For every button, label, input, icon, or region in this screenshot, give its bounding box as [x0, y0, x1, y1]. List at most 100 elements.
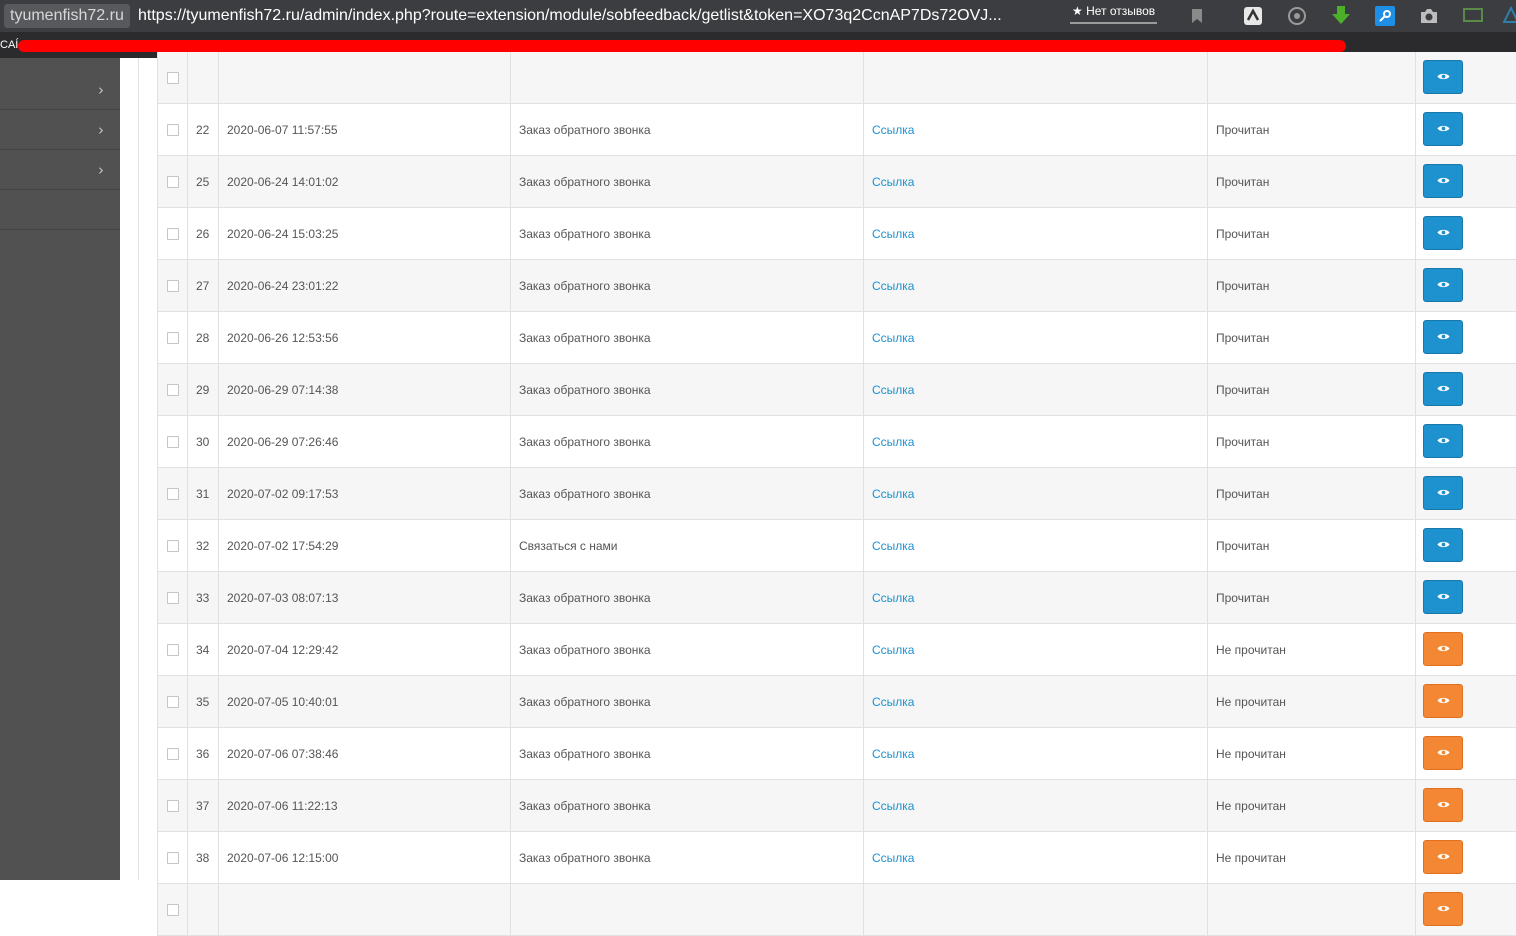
view-button[interactable] [1423, 528, 1463, 562]
download-icon[interactable] [1330, 5, 1352, 27]
view-button[interactable] [1423, 736, 1463, 770]
camera-icon[interactable] [1418, 5, 1440, 27]
row-link[interactable]: Ссылка [863, 780, 1207, 832]
row-checkbox[interactable] [167, 176, 179, 188]
history-icon[interactable] [1286, 5, 1308, 27]
bookmark-icon[interactable] [1186, 5, 1208, 27]
row-actions [1415, 312, 1516, 364]
row-date: 2020-07-02 17:54:29 [218, 520, 510, 572]
address-url[interactable]: https://tyumenfish72.ru/admin/index.php?… [138, 4, 1002, 28]
row-type: Заказ обратного звонка [510, 728, 863, 780]
main-content: 22 2020-06-07 11:57:55 Заказ обратного зво… [120, 52, 1516, 936]
row-link[interactable]: Ссылка [863, 624, 1207, 676]
view-button[interactable] [1423, 112, 1463, 146]
row-date [218, 884, 510, 936]
row-select-cell [157, 364, 187, 416]
row-checkbox[interactable] [167, 384, 179, 396]
row-checkbox[interactable] [167, 72, 179, 84]
eye-icon [1437, 52, 1450, 103]
view-button[interactable] [1423, 684, 1463, 718]
eye-icon [1437, 832, 1450, 883]
row-checkbox[interactable] [167, 488, 179, 500]
row-link[interactable]: Ссылка [863, 416, 1207, 468]
row-link[interactable]: Ссылка [863, 832, 1207, 884]
row-id: 25 [187, 156, 218, 208]
row-select-cell [157, 520, 187, 572]
row-checkbox[interactable] [167, 800, 179, 812]
row-checkbox[interactable] [167, 644, 179, 656]
eye-icon [1437, 208, 1450, 259]
row-link[interactable]: Ссылка [863, 676, 1207, 728]
row-checkbox[interactable] [167, 592, 179, 604]
row-link[interactable]: Ссылка [863, 728, 1207, 780]
view-button[interactable] [1423, 892, 1463, 926]
view-button[interactable] [1423, 372, 1463, 406]
row-checkbox[interactable] [167, 904, 179, 916]
row-checkbox[interactable] [167, 852, 179, 864]
key-icon[interactable] [1374, 5, 1396, 27]
row-date: 2020-06-26 12:53:56 [218, 312, 510, 364]
sidebar-item[interactable] [0, 190, 120, 230]
shape-icon[interactable] [1500, 5, 1516, 27]
view-button[interactable] [1423, 268, 1463, 302]
row-link[interactable] [863, 884, 1207, 936]
table-row: 28 2020-06-26 12:53:56 Заказ обратного зво… [157, 312, 1516, 364]
row-link[interactable]: Ссылка [863, 572, 1207, 624]
row-checkbox[interactable] [167, 332, 179, 344]
row-link[interactable]: Ссылка [863, 208, 1207, 260]
view-button[interactable] [1423, 476, 1463, 510]
monitor-icon[interactable] [1462, 5, 1484, 27]
row-date: 2020-07-04 12:29:42 [218, 624, 510, 676]
row-id: 32 [187, 520, 218, 572]
row-select-cell [157, 208, 187, 260]
table-row: 32 2020-07-02 17:54:29 Связаться с нами Ссы… [157, 520, 1516, 572]
row-link[interactable]: Ссылка [863, 156, 1207, 208]
row-checkbox[interactable] [167, 748, 179, 760]
row-link[interactable]: Ссылка [863, 468, 1207, 520]
view-button[interactable] [1423, 60, 1463, 94]
eye-icon [1437, 728, 1450, 779]
row-type: Заказ обратного звонка [510, 260, 863, 312]
row-link[interactable]: Ссылка [863, 520, 1207, 572]
sidebar-item[interactable]: › [0, 70, 120, 110]
site-domain-chip[interactable]: tyumenfish72.ru [4, 4, 130, 28]
row-checkbox[interactable] [167, 436, 179, 448]
row-actions [1415, 780, 1516, 832]
view-button[interactable] [1423, 632, 1463, 666]
row-link[interactable]: Ссылка [863, 364, 1207, 416]
row-type: Заказ обратного звонка [510, 104, 863, 156]
view-button[interactable] [1423, 320, 1463, 354]
row-checkbox[interactable] [167, 540, 179, 552]
row-checkbox[interactable] [167, 124, 179, 136]
row-checkbox[interactable] [167, 228, 179, 240]
bookmarks-label[interactable]: CAÍ [0, 39, 18, 51]
row-date: 2020-06-24 15:03:25 [218, 208, 510, 260]
row-link[interactable]: Ссылка [863, 260, 1207, 312]
view-button[interactable] [1423, 788, 1463, 822]
view-button[interactable] [1423, 164, 1463, 198]
row-status [1207, 52, 1415, 104]
row-checkbox[interactable] [167, 696, 179, 708]
row-link[interactable] [863, 52, 1207, 104]
extension-icon[interactable] [1242, 5, 1264, 27]
row-date [218, 52, 510, 104]
row-status [1207, 884, 1415, 936]
row-status: Прочитан [1207, 208, 1415, 260]
sidebar-item[interactable]: › [0, 110, 120, 150]
row-link[interactable]: Ссылка [863, 312, 1207, 364]
view-button[interactable] [1423, 424, 1463, 458]
row-checkbox[interactable] [167, 280, 179, 292]
view-button[interactable] [1423, 840, 1463, 874]
view-button[interactable] [1423, 216, 1463, 250]
table-row: 22 2020-06-07 11:57:55 Заказ обратного зво… [157, 104, 1516, 156]
row-actions [1415, 520, 1516, 572]
row-id: 26 [187, 208, 218, 260]
chevron-right-icon: › [98, 81, 104, 99]
row-select-cell [157, 832, 187, 884]
reviews-button[interactable]: ★ Нет отзывов [1070, 2, 1158, 24]
row-link[interactable]: Ссылка [863, 104, 1207, 156]
panel-border [138, 58, 139, 880]
sidebar-item[interactable]: › [0, 150, 120, 190]
view-button[interactable] [1423, 580, 1463, 614]
row-date: 2020-07-05 10:40:01 [218, 676, 510, 728]
